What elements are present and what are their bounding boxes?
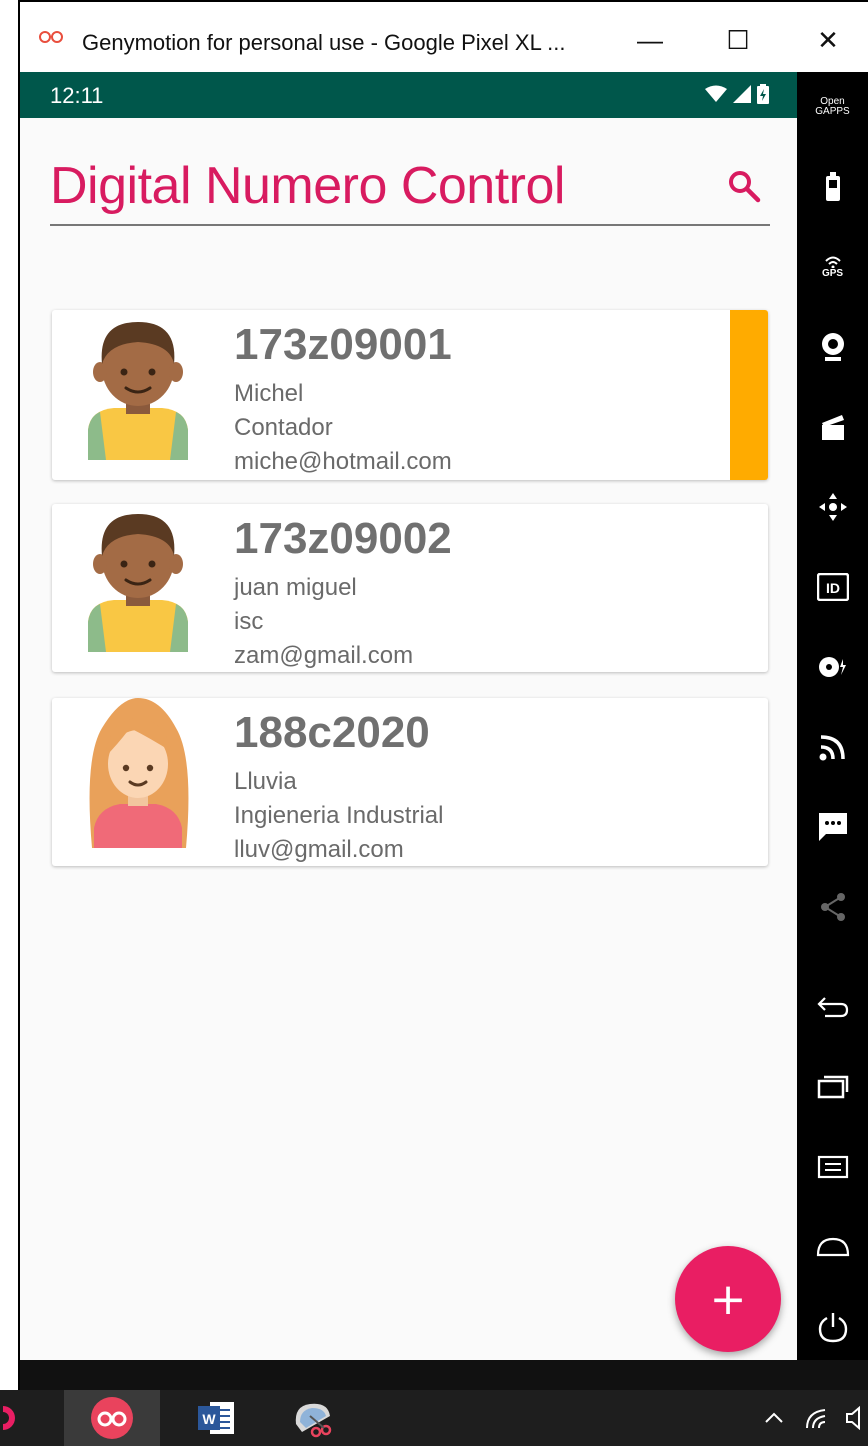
identifiers-button[interactable]: ID [797,562,868,612]
id-label: ID [826,580,840,596]
contact-name: Michel [234,380,304,407]
boy-avatar-icon [88,514,188,652]
selected-indicator [730,310,768,480]
taskbar-word[interactable]: W [176,1390,256,1446]
gps-icon [824,256,841,268]
menu-button[interactable] [797,1142,868,1192]
snipping-tool-icon [295,1403,332,1438]
window-titlebar[interactable]: Genymotion for personal use - Google Pix… [20,0,868,72]
id-icon: ID [816,573,849,601]
recents-icon [817,1075,848,1099]
share-icon [820,893,845,921]
emulator-screen[interactable]: 12:11 Digital Numero Control 173z09001 M… [20,72,797,1360]
taskbar-genymotion[interactable] [64,1390,160,1446]
boy-avatar-icon [88,322,188,460]
power-button[interactable] [797,1302,868,1352]
status-time: 12:11 [50,83,104,108]
contact-career: Contador [234,414,333,441]
contact-email: zam@gmail.com [234,642,414,669]
contact-number: 188c2020 [234,708,430,757]
word-label: W [202,1411,216,1427]
taskbar-app-partial[interactable] [0,1390,20,1446]
contact-email: miche@hotmail.com [234,448,452,475]
add-contact-button[interactable]: + [675,1246,781,1352]
girl-avatar-icon [89,698,189,848]
contact-number: 173z09001 [234,320,452,369]
chevron-up-icon [765,1412,783,1423]
sms-icon [818,813,847,841]
webcam-icon [821,333,844,361]
gps-label: GPS [821,267,844,279]
gps-button[interactable]: GPS [797,242,868,292]
windows-taskbar: W [0,1390,868,1446]
genymotion-icon [91,1397,133,1439]
contact-card[interactable]: 173z09002 juan miguel isc zam@gmail.com [52,504,768,672]
contact-career: Ingieneria Industrial [234,802,444,829]
clapper-icon [821,415,844,440]
genymotion-toolbar: Open GAPPS GPS ID [797,72,868,1360]
contact-name: Lluvia [234,768,297,795]
webcam-button[interactable] [797,322,868,372]
open-gapps-label: GAPPS [815,106,850,117]
disk-button[interactable] [797,642,868,692]
battery-icon [825,172,840,201]
battery-status-icon [757,84,769,104]
search-icon[interactable] [726,168,762,204]
cast-button[interactable] [797,722,868,772]
volume-icon [846,1406,860,1430]
taskbar-snipping-tool[interactable] [272,1390,352,1446]
minimize-button[interactable]: — [626,18,674,62]
battery-button[interactable] [797,162,868,212]
emulator-bottom-bar [20,1360,868,1390]
menu-icon [817,1155,848,1179]
cast-icon [819,735,845,761]
window-title: Genymotion for personal use - Google Pix… [82,30,566,55]
contact-card[interactable]: 173z09001 Michel Contador miche@hotmail.… [52,310,768,480]
signal-icon [733,85,751,103]
genymotion-icon [39,31,63,43]
volume-button[interactable] [842,1390,868,1446]
app-title: Digital Numero Control [50,157,565,215]
contact-email: lluv@gmail.com [234,836,404,863]
disk-icon [818,657,846,677]
sms-button[interactable] [797,802,868,852]
show-hidden-icons-button[interactable] [756,1390,792,1446]
status-icons [705,84,769,104]
android-statusbar: 12:11 [20,72,797,118]
dpad-button[interactable] [797,482,868,532]
screencast-button[interactable] [797,402,868,452]
back-icon [816,997,848,1018]
power-icon [818,1313,847,1343]
title-divider [50,224,770,226]
dpad-icon [818,493,847,521]
maximize-button[interactable]: ☐ [714,18,762,62]
contact-number: 173z09002 [234,514,452,563]
share-button[interactable] [797,882,868,932]
wifi-icon [705,85,727,102]
window-border [0,0,20,1390]
contact-career: isc [234,608,264,635]
close-button[interactable]: ✕ [804,18,852,62]
contact-name: juan miguel [234,574,357,601]
word-icon: W [198,1402,234,1434]
network-button[interactable] [800,1390,836,1446]
recents-button[interactable] [797,1062,868,1112]
contact-card[interactable]: 188c2020 Lluvia Ingieneria Industrial ll… [52,698,768,866]
home-button[interactable] [797,1222,868,1272]
network-icon [806,1409,826,1429]
back-button[interactable] [797,982,868,1032]
home-icon [816,1237,849,1257]
open-gapps-button[interactable]: Open GAPPS [797,82,868,132]
app-icon [3,1406,15,1430]
